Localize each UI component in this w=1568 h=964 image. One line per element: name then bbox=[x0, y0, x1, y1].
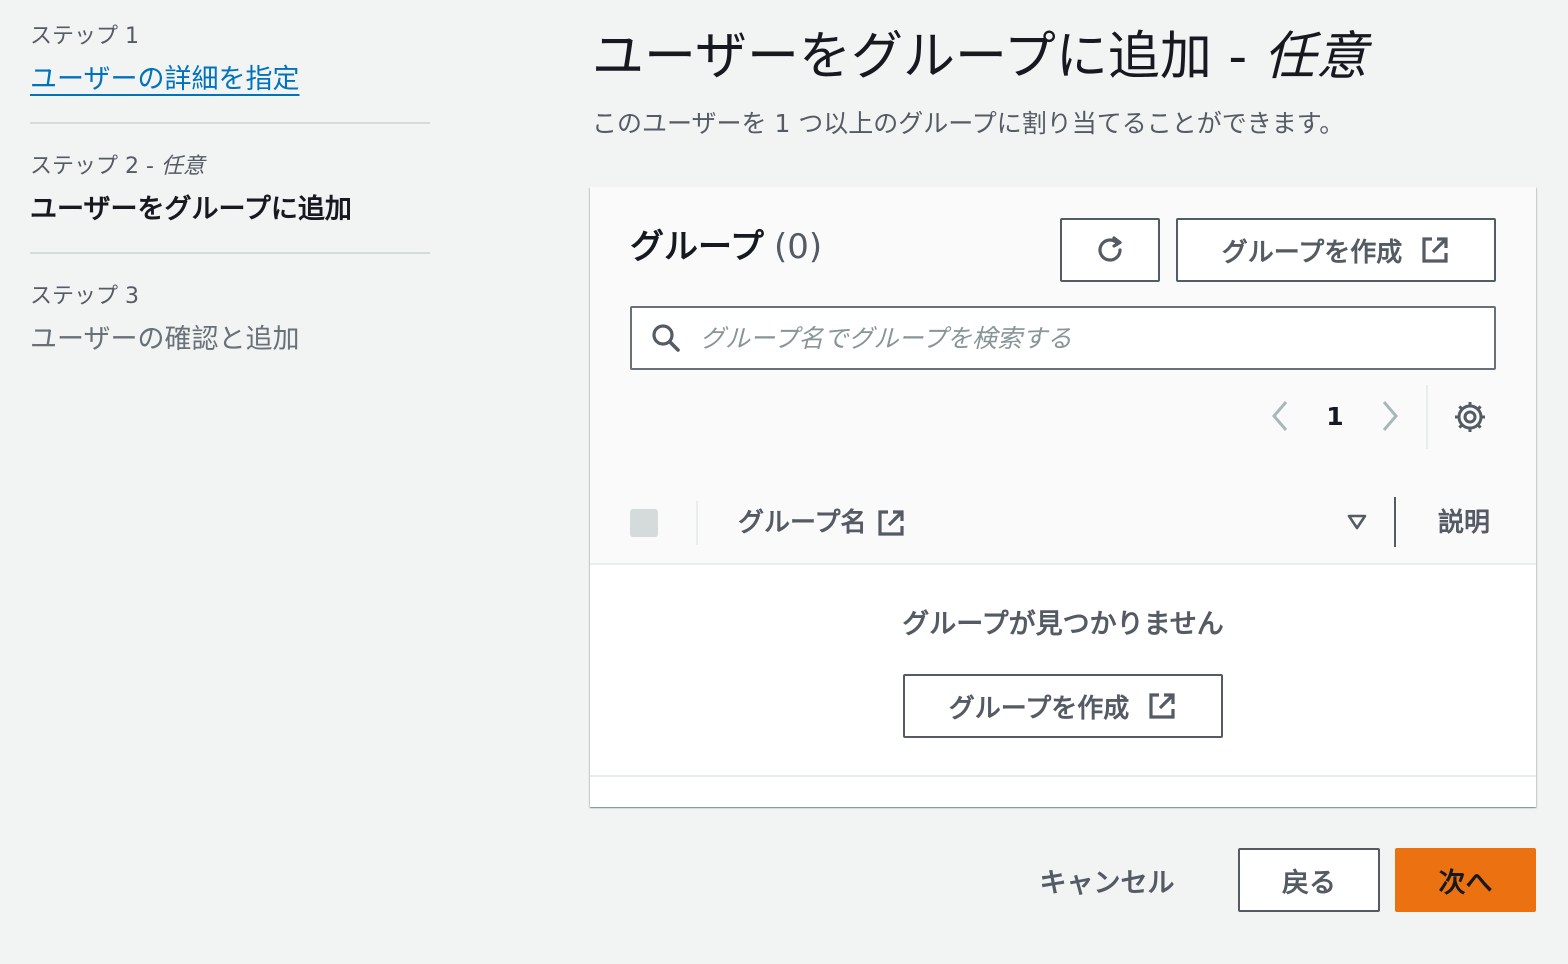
search-icon bbox=[650, 322, 682, 354]
previous-page-button[interactable] bbox=[1260, 396, 1300, 436]
groups-title: グループ (0) bbox=[630, 225, 822, 269]
step-2-title: ユーザーをグループに追加 bbox=[30, 194, 352, 225]
sort-descending-icon[interactable] bbox=[1346, 511, 1368, 533]
group-search-input[interactable] bbox=[698, 322, 1462, 354]
column-header-group-name[interactable]: グループ名 bbox=[738, 501, 906, 545]
empty-state-create-group-button[interactable]: グループを作成 bbox=[903, 674, 1223, 738]
select-all-checkbox[interactable] bbox=[630, 509, 658, 537]
groups-panel: グループ (0) グループを作成 グループ名でグループを検索する 1 グループ名… bbox=[590, 187, 1536, 807]
page-title-optional: 任意 bbox=[1263, 27, 1368, 87]
external-link-icon bbox=[878, 510, 905, 536]
column-header-group-name-label: グループ名 bbox=[738, 508, 867, 538]
step-3: ステップ 3 ユーザーの確認と追加 bbox=[30, 252, 430, 382]
chevron-right-icon bbox=[1382, 401, 1398, 431]
create-group-button[interactable]: グループを作成 bbox=[1176, 218, 1496, 282]
step-1-number: ステップ 1 bbox=[30, 24, 139, 49]
panel-footer-divider bbox=[590, 775, 1536, 777]
groups-title-text: グループ bbox=[630, 227, 764, 267]
gear-icon[interactable] bbox=[1452, 399, 1488, 435]
groups-panel-header: グループ (0) グループを作成 グループ名でグループを検索する 1 bbox=[590, 187, 1536, 485]
page-title-text: ユーザーをグループに追加 - bbox=[592, 27, 1264, 87]
empty-state-create-group-label: グループを作成 bbox=[948, 693, 1130, 724]
page-title: ユーザーをグループに追加 - 任意 bbox=[592, 22, 1368, 92]
pagination: 1 bbox=[1260, 385, 1410, 447]
step-1: ステップ 1 ユーザーの詳細を指定 bbox=[30, 22, 430, 122]
back-button-label: 戻る bbox=[1282, 867, 1336, 899]
group-search-field[interactable] bbox=[630, 306, 1496, 370]
step-2-number-text: ステップ 2 - bbox=[30, 154, 161, 179]
next-button[interactable]: 次へ bbox=[1395, 848, 1536, 912]
column-header-description[interactable]: 説明 bbox=[1438, 501, 1490, 545]
chevron-left-icon bbox=[1272, 401, 1288, 431]
current-page-number[interactable]: 1 bbox=[1300, 402, 1370, 431]
external-link-icon bbox=[1422, 237, 1448, 263]
cancel-button[interactable]: キャンセル bbox=[1032, 848, 1182, 912]
step-1-link[interactable]: ユーザーの詳細を指定 bbox=[30, 60, 430, 100]
step-2-number: ステップ 2 - 任意 bbox=[30, 152, 430, 182]
refresh-button[interactable] bbox=[1060, 218, 1160, 282]
external-link-icon bbox=[1149, 693, 1175, 719]
back-button[interactable]: 戻る bbox=[1238, 848, 1380, 912]
step-2: ステップ 2 - 任意 ユーザーをグループに追加 bbox=[30, 122, 430, 252]
column-resize-handle[interactable] bbox=[1394, 497, 1396, 547]
create-group-button-label: グループを作成 bbox=[1221, 237, 1403, 268]
column-divider bbox=[696, 501, 698, 545]
table-header: グループ名 説明 bbox=[590, 483, 1536, 565]
page-description: このユーザーを 1 つ以上のグループに割り当てることができます。 bbox=[592, 109, 1345, 138]
next-page-button[interactable] bbox=[1370, 396, 1410, 436]
empty-state-text: グループが見つかりません bbox=[902, 609, 1224, 640]
step-3-number: ステップ 3 bbox=[30, 284, 139, 309]
wizard-steps-nav: ステップ 1 ユーザーの詳細を指定 ステップ 2 - 任意 ユーザーをグループに… bbox=[30, 22, 430, 382]
groups-count: (0) bbox=[773, 227, 823, 267]
step-3-title: ユーザーの確認と追加 bbox=[30, 324, 300, 355]
step-2-optional-label: 任意 bbox=[160, 154, 205, 179]
refresh-icon bbox=[1098, 236, 1122, 262]
next-button-label: 次へ bbox=[1438, 867, 1493, 899]
pagination-divider bbox=[1426, 385, 1428, 449]
